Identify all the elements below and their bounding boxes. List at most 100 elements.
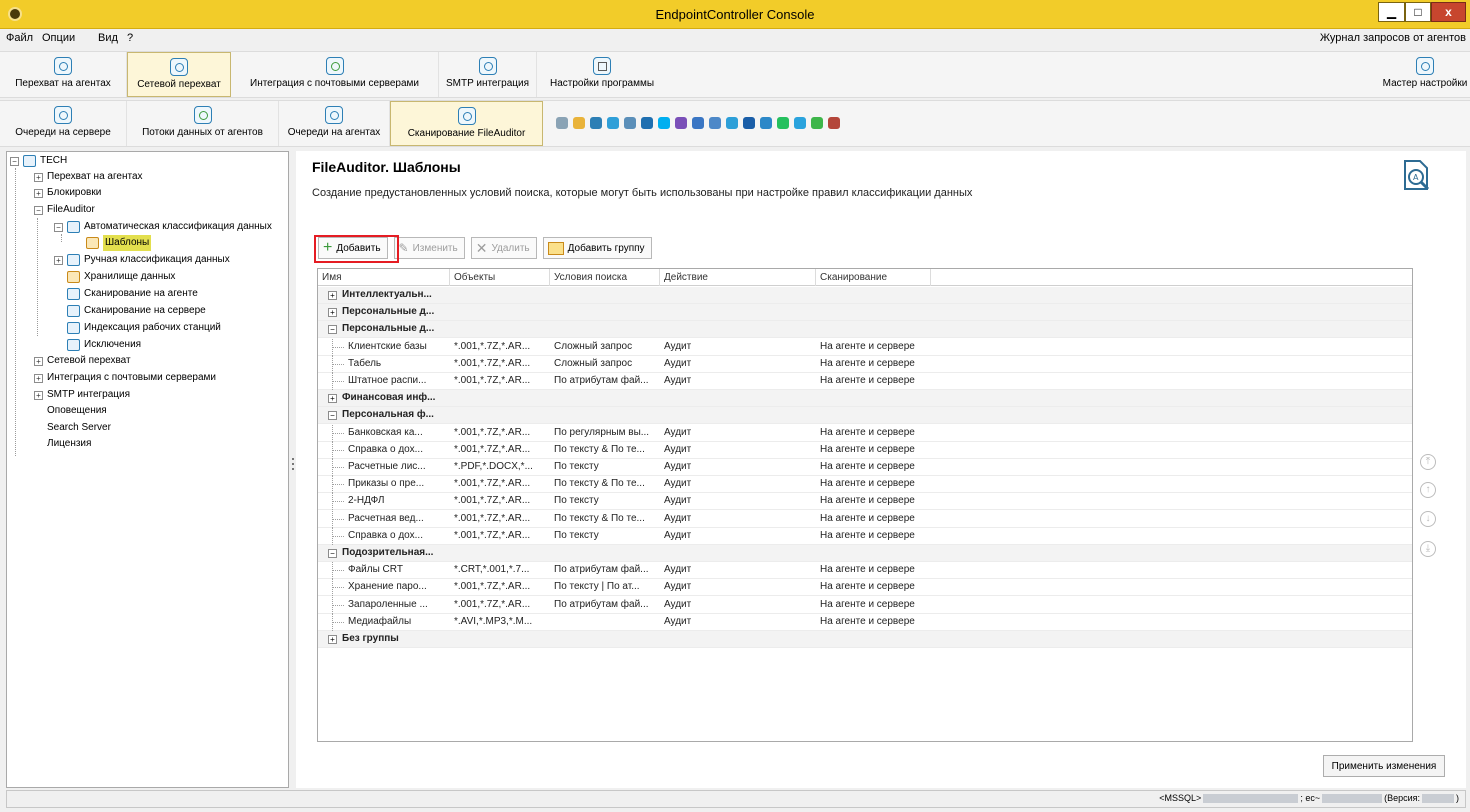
tree-item-data-storage[interactable]: Хранилище данных [67, 269, 175, 285]
minimize-button[interactable]: ▁ [1378, 2, 1405, 22]
tree-root[interactable]: − TECH [10, 153, 67, 169]
bug-icon[interactable] [828, 117, 840, 129]
printer-icon[interactable] [692, 117, 704, 129]
tree-item-server-scan[interactable]: Сканирование на сервере [67, 303, 206, 319]
group-row[interactable]: − Подозрительная... [318, 545, 1412, 562]
expand-icon[interactable]: + [328, 635, 337, 644]
network-capture-button[interactable]: Сетевой перехват [127, 52, 231, 97]
group-row[interactable]: + Финансовая инф... [318, 390, 1412, 408]
group-row[interactable]: − Персональные д... [318, 321, 1412, 339]
monitor-icon[interactable] [641, 117, 653, 129]
expand-icon[interactable]: + [34, 356, 43, 366]
template-row[interactable]: Файлы CRT *.CRT,*.001,*.7... По атрибутам … [318, 562, 1412, 580]
web-icon[interactable] [607, 117, 619, 129]
template-row[interactable]: Банковская ка... *.001,*.7Z,*.AR... По рег… [318, 424, 1412, 442]
column-header-name[interactable]: Имя [318, 269, 450, 286]
column-header-conditions[interactable]: Условия поиска [550, 269, 660, 286]
collapse-icon[interactable]: − [328, 549, 337, 558]
tree-item-manual-classification[interactable]: + Ручная классификация данных [54, 252, 230, 268]
column-header-action[interactable]: Действие [660, 269, 816, 286]
icq-icon[interactable] [726, 117, 738, 129]
program-settings-button[interactable]: Настройки программы [537, 52, 667, 97]
group-row[interactable]: + Персональные д... [318, 304, 1412, 322]
tree-item-agent-capture[interactable]: + Перехват на агентах [34, 169, 143, 185]
apply-changes-button[interactable]: Применить изменения [1323, 755, 1445, 777]
maximize-button[interactable]: □ [1405, 2, 1431, 22]
tree-item-exclusions[interactable]: Исключения [67, 337, 141, 353]
tree-item-fileauditor[interactable]: − FileAuditor [34, 202, 95, 218]
menu-options[interactable]: Опции [42, 32, 75, 44]
column-header-objects[interactable]: Объекты [450, 269, 550, 286]
panel-splitter[interactable] [291, 455, 295, 477]
globe-icon[interactable] [590, 117, 602, 129]
chat-icon[interactable] [811, 117, 823, 129]
group-row[interactable]: − Персональная ф... [318, 407, 1412, 425]
edit-button[interactable]: ✎ Изменить [393, 237, 465, 259]
expand-icon[interactable]: + [34, 390, 43, 400]
setup-wizard-button[interactable]: Мастер настройки [1380, 52, 1470, 97]
expand-icon[interactable]: + [328, 308, 337, 318]
delete-button[interactable]: ✕ Удалить [470, 237, 537, 259]
tree-item-auto-classification[interactable]: − Автоматическая классификация данных [54, 219, 272, 235]
tree-item-workstation-indexing[interactable]: Индексация рабочих станций [67, 320, 221, 336]
add-group-button[interactable]: Добавить группу [542, 237, 652, 259]
template-row[interactable]: Справка о дох... *.001,*.7Z,*.AR... По тек… [318, 527, 1412, 545]
microphone-icon[interactable] [709, 117, 721, 129]
expand-icon[interactable]: + [328, 394, 337, 404]
tree-item-templates[interactable]: Шаблоны [86, 235, 152, 251]
template-row[interactable]: Расчетные лис... *.PDF,*.DOCX,*... По текс… [318, 459, 1412, 476]
close-button[interactable]: x [1431, 2, 1466, 22]
tree-item-notifications[interactable]: Оповещения [34, 403, 107, 419]
template-row[interactable]: Клиентские базы *.001,*.7Z,*.AR... Сложный… [318, 338, 1412, 356]
tree-item-blocking[interactable]: + Блокировки [34, 185, 101, 201]
expand-icon[interactable]: + [34, 172, 43, 182]
group-row[interactable]: + Интеллектуальн... [318, 287, 1412, 304]
move-top-button[interactable]: ⤒ [1420, 454, 1436, 470]
tree-item-mail-integration[interactable]: + Интеграция с почтовыми серверами [34, 370, 216, 386]
whatsapp-icon[interactable] [777, 117, 789, 129]
tree-item-smtp-integration[interactable]: + SMTP интеграция [34, 387, 130, 403]
cloud-icon[interactable] [624, 117, 636, 129]
folder-icon[interactable] [573, 117, 585, 129]
collapse-icon[interactable]: − [54, 222, 63, 232]
collapse-icon[interactable]: − [328, 411, 337, 421]
template-row[interactable]: Справка о дох... *.001,*.7Z,*.AR... По тек… [318, 441, 1412, 459]
move-bottom-button[interactable]: ⤓ [1420, 541, 1436, 557]
skype-icon[interactable] [658, 117, 670, 129]
column-header-scanning[interactable]: Сканирование [816, 269, 931, 286]
tree-item-search-server[interactable]: Search Server [34, 420, 111, 436]
menu-help[interactable]: ? [127, 32, 133, 44]
lync-icon[interactable] [743, 117, 755, 129]
server-queues-button[interactable]: Очереди на сервере [0, 101, 127, 146]
expand-icon[interactable]: + [54, 255, 63, 265]
agent-request-log-link[interactable]: Журнал запросов от агентов [1320, 32, 1466, 44]
agent-data-streams-button[interactable]: Потоки данных от агентов [127, 101, 279, 146]
move-up-button[interactable]: ↑ [1420, 482, 1436, 498]
group-row[interactable]: + Без группы [318, 631, 1412, 648]
template-row[interactable]: Штатное распи... *.001,*.7Z,*.AR... По атр… [318, 373, 1412, 390]
template-row[interactable]: 2-НДФЛ *.001,*.7Z,*.AR... По тексту Аудит На… [318, 493, 1412, 511]
search-person-icon[interactable] [760, 117, 772, 129]
move-down-button[interactable]: ↓ [1420, 511, 1436, 527]
template-row[interactable]: Запароленные ... *.001,*.7Z,*.AR... По атр… [318, 596, 1412, 614]
telegram-icon[interactable] [794, 117, 806, 129]
template-row[interactable]: Табель *.001,*.7Z,*.AR... Сложный запрос Ау… [318, 355, 1412, 373]
mail-integration-button[interactable]: Интеграция с почтовыми серверами [231, 52, 439, 97]
collapse-icon[interactable]: − [328, 325, 337, 335]
agent-capture-button[interactable]: Перехват на агентах [0, 52, 127, 97]
collapse-icon[interactable]: − [34, 205, 43, 215]
expand-icon[interactable]: + [34, 373, 43, 383]
agent-queues-button[interactable]: Очереди на агентах [279, 101, 390, 146]
template-row[interactable]: Приказы о пре... *.001,*.7Z,*.AR... По тек… [318, 476, 1412, 494]
viber-icon[interactable] [675, 117, 687, 129]
menu-file[interactable]: Файл [6, 32, 33, 44]
template-row[interactable]: Медиафайлы *.AVI,*.MP3,*.M... Аудит На аген… [318, 613, 1412, 631]
smtp-integration-button[interactable]: SMTP интеграция [439, 52, 537, 97]
menu-view[interactable]: Вид [98, 32, 118, 44]
usb-icon[interactable] [556, 117, 568, 129]
expand-icon[interactable]: + [328, 291, 337, 300]
tree-item-network-capture[interactable]: + Сетевой перехват [34, 353, 131, 369]
collapse-icon[interactable]: − [10, 156, 19, 166]
template-row[interactable]: Хранение паро... *.001,*.7Z,*.AR... По тек… [318, 579, 1412, 597]
fileauditor-scan-button[interactable]: Сканирование FileAuditor [390, 101, 543, 146]
